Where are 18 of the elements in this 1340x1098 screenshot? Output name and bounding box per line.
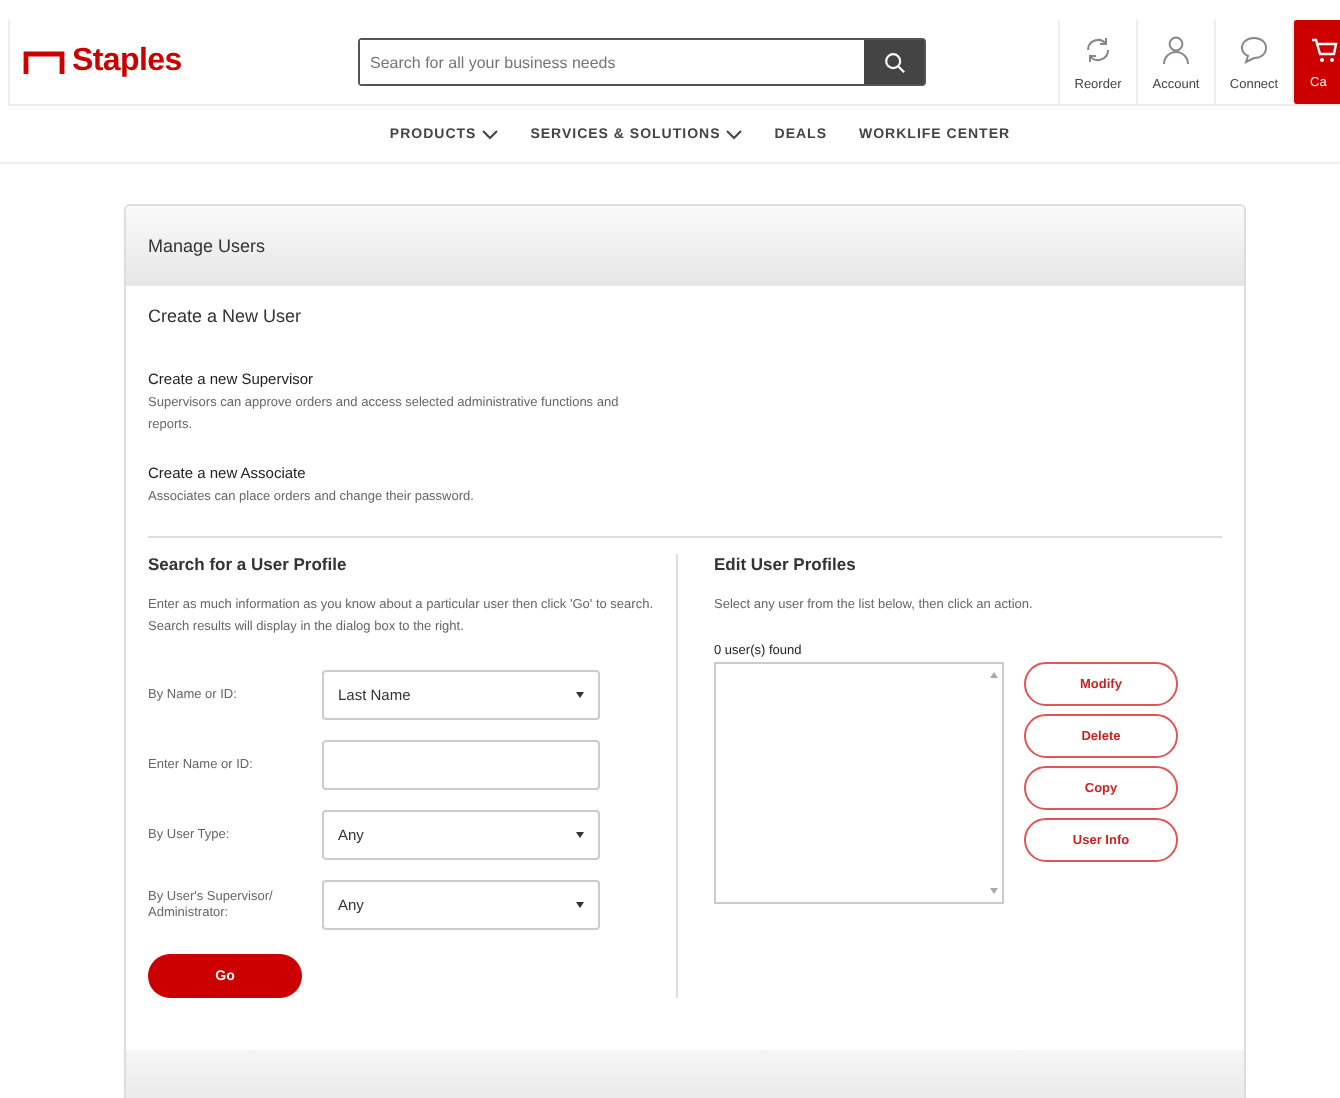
staples-logo[interactable]: Staples xyxy=(22,44,332,80)
logo-text: Staples xyxy=(72,44,182,80)
logo-icon xyxy=(22,50,66,74)
section-heading: Create a New User xyxy=(148,306,304,326)
section-heading: Search for a User Profile xyxy=(148,554,349,574)
name-input-field[interactable] xyxy=(322,740,600,790)
person-icon xyxy=(1160,33,1192,65)
dropdown-arrow-icon xyxy=(576,692,584,698)
scroll-up-icon[interactable] xyxy=(990,672,998,678)
scroll-down-icon[interactable] xyxy=(990,888,998,894)
panel-title: Manage Users xyxy=(148,236,266,256)
refresh-icon xyxy=(1082,33,1114,65)
dropdown-arrow-icon xyxy=(576,902,584,908)
user-list-box[interactable] xyxy=(714,662,1004,904)
cart-icon xyxy=(1310,35,1338,63)
chat-bubble-icon xyxy=(1238,33,1270,65)
section-heading: Edit User Profiles xyxy=(714,554,858,574)
dropdown-arrow-icon xyxy=(576,832,584,838)
